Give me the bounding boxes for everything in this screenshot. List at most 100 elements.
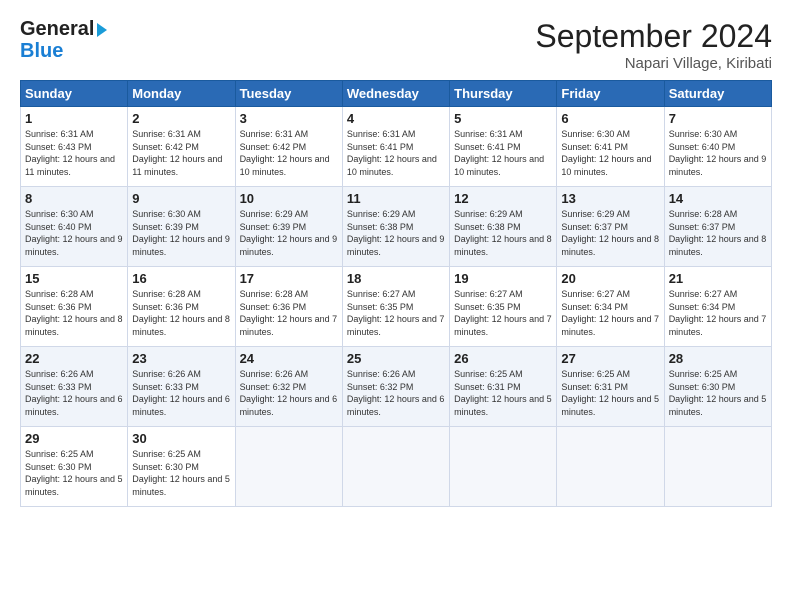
day-info: Sunrise: 6:27 AMSunset: 6:35 PMDaylight:… [347,289,445,337]
day-info: Sunrise: 6:29 AMSunset: 6:37 PMDaylight:… [561,209,659,257]
calendar-cell: 4 Sunrise: 6:31 AMSunset: 6:41 PMDayligh… [342,107,449,187]
day-number: 26 [454,351,552,366]
col-tuesday: Tuesday [235,81,342,107]
calendar-cell: 18 Sunrise: 6:27 AMSunset: 6:35 PMDaylig… [342,267,449,347]
day-number: 8 [25,191,123,206]
logo-general: General [20,18,107,40]
calendar-cell: 23 Sunrise: 6:26 AMSunset: 6:33 PMDaylig… [128,347,235,427]
day-number: 24 [240,351,338,366]
calendar-cell: 28 Sunrise: 6:25 AMSunset: 6:30 PMDaylig… [664,347,771,427]
col-wednesday: Wednesday [342,81,449,107]
calendar-cell: 16 Sunrise: 6:28 AMSunset: 6:36 PMDaylig… [128,267,235,347]
calendar-cell: 9 Sunrise: 6:30 AMSunset: 6:39 PMDayligh… [128,187,235,267]
day-info: Sunrise: 6:26 AMSunset: 6:33 PMDaylight:… [25,369,123,417]
calendar: Sunday Monday Tuesday Wednesday Thursday… [20,80,772,507]
day-info: Sunrise: 6:30 AMSunset: 6:41 PMDaylight:… [561,129,651,177]
calendar-cell: 17 Sunrise: 6:28 AMSunset: 6:36 PMDaylig… [235,267,342,347]
day-number: 29 [25,431,123,446]
col-thursday: Thursday [450,81,557,107]
day-number: 2 [132,111,230,126]
calendar-cell: 29 Sunrise: 6:25 AMSunset: 6:30 PMDaylig… [21,427,128,507]
day-number: 19 [454,271,552,286]
logo-blue: Blue [20,40,107,62]
day-info: Sunrise: 6:28 AMSunset: 6:36 PMDaylight:… [132,289,230,337]
calendar-cell: 19 Sunrise: 6:27 AMSunset: 6:35 PMDaylig… [450,267,557,347]
day-info: Sunrise: 6:29 AMSunset: 6:39 PMDaylight:… [240,209,338,257]
day-info: Sunrise: 6:26 AMSunset: 6:32 PMDaylight:… [240,369,338,417]
calendar-cell [450,427,557,507]
day-number: 14 [669,191,767,206]
day-info: Sunrise: 6:31 AMSunset: 6:41 PMDaylight:… [454,129,544,177]
day-number: 3 [240,111,338,126]
month-title: September 2024 [535,18,772,55]
day-info: Sunrise: 6:28 AMSunset: 6:36 PMDaylight:… [25,289,123,337]
calendar-cell: 24 Sunrise: 6:26 AMSunset: 6:32 PMDaylig… [235,347,342,427]
day-info: Sunrise: 6:31 AMSunset: 6:41 PMDaylight:… [347,129,437,177]
day-info: Sunrise: 6:25 AMSunset: 6:31 PMDaylight:… [454,369,552,417]
calendar-week-5: 29 Sunrise: 6:25 AMSunset: 6:30 PMDaylig… [21,427,772,507]
title-block: September 2024 Napari Village, Kiribati [535,18,772,72]
day-info: Sunrise: 6:29 AMSunset: 6:38 PMDaylight:… [347,209,445,257]
col-sunday: Sunday [21,81,128,107]
day-info: Sunrise: 6:30 AMSunset: 6:40 PMDaylight:… [25,209,123,257]
calendar-header-row: Sunday Monday Tuesday Wednesday Thursday… [21,81,772,107]
day-number: 21 [669,271,767,286]
calendar-cell [342,427,449,507]
calendar-week-2: 8 Sunrise: 6:30 AMSunset: 6:40 PMDayligh… [21,187,772,267]
col-monday: Monday [128,81,235,107]
calendar-cell [235,427,342,507]
day-number: 7 [669,111,767,126]
calendar-cell: 27 Sunrise: 6:25 AMSunset: 6:31 PMDaylig… [557,347,664,427]
calendar-cell: 15 Sunrise: 6:28 AMSunset: 6:36 PMDaylig… [21,267,128,347]
calendar-cell: 21 Sunrise: 6:27 AMSunset: 6:34 PMDaylig… [664,267,771,347]
day-number: 23 [132,351,230,366]
day-number: 27 [561,351,659,366]
calendar-cell: 13 Sunrise: 6:29 AMSunset: 6:37 PMDaylig… [557,187,664,267]
day-info: Sunrise: 6:25 AMSunset: 6:30 PMDaylight:… [669,369,767,417]
calendar-cell: 26 Sunrise: 6:25 AMSunset: 6:31 PMDaylig… [450,347,557,427]
day-info: Sunrise: 6:30 AMSunset: 6:40 PMDaylight:… [669,129,767,177]
calendar-cell: 25 Sunrise: 6:26 AMSunset: 6:32 PMDaylig… [342,347,449,427]
day-number: 13 [561,191,659,206]
calendar-cell: 6 Sunrise: 6:30 AMSunset: 6:41 PMDayligh… [557,107,664,187]
day-info: Sunrise: 6:25 AMSunset: 6:30 PMDaylight:… [132,449,230,497]
col-friday: Friday [557,81,664,107]
calendar-cell: 22 Sunrise: 6:26 AMSunset: 6:33 PMDaylig… [21,347,128,427]
day-number: 6 [561,111,659,126]
logo-name: General Blue [20,18,107,62]
day-info: Sunrise: 6:31 AMSunset: 6:43 PMDaylight:… [25,129,115,177]
calendar-cell: 20 Sunrise: 6:27 AMSunset: 6:34 PMDaylig… [557,267,664,347]
calendar-cell: 2 Sunrise: 6:31 AMSunset: 6:42 PMDayligh… [128,107,235,187]
day-info: Sunrise: 6:30 AMSunset: 6:39 PMDaylight:… [132,209,230,257]
day-info: Sunrise: 6:27 AMSunset: 6:35 PMDaylight:… [454,289,552,337]
day-number: 18 [347,271,445,286]
day-number: 25 [347,351,445,366]
day-info: Sunrise: 6:31 AMSunset: 6:42 PMDaylight:… [240,129,330,177]
day-number: 12 [454,191,552,206]
day-info: Sunrise: 6:27 AMSunset: 6:34 PMDaylight:… [669,289,767,337]
day-info: Sunrise: 6:27 AMSunset: 6:34 PMDaylight:… [561,289,659,337]
day-number: 30 [132,431,230,446]
day-info: Sunrise: 6:26 AMSunset: 6:32 PMDaylight:… [347,369,445,417]
calendar-cell: 8 Sunrise: 6:30 AMSunset: 6:40 PMDayligh… [21,187,128,267]
day-number: 20 [561,271,659,286]
day-info: Sunrise: 6:31 AMSunset: 6:42 PMDaylight:… [132,129,222,177]
day-info: Sunrise: 6:25 AMSunset: 6:31 PMDaylight:… [561,369,659,417]
calendar-week-1: 1 Sunrise: 6:31 AMSunset: 6:43 PMDayligh… [21,107,772,187]
calendar-cell: 30 Sunrise: 6:25 AMSunset: 6:30 PMDaylig… [128,427,235,507]
day-number: 17 [240,271,338,286]
day-number: 16 [132,271,230,286]
day-number: 15 [25,271,123,286]
day-info: Sunrise: 6:28 AMSunset: 6:36 PMDaylight:… [240,289,338,337]
calendar-cell: 1 Sunrise: 6:31 AMSunset: 6:43 PMDayligh… [21,107,128,187]
day-number: 5 [454,111,552,126]
page: General Blue September 2024 Napari Villa… [0,0,792,517]
calendar-cell [557,427,664,507]
calendar-cell: 11 Sunrise: 6:29 AMSunset: 6:38 PMDaylig… [342,187,449,267]
day-info: Sunrise: 6:26 AMSunset: 6:33 PMDaylight:… [132,369,230,417]
location: Napari Village, Kiribati [535,55,772,72]
day-number: 1 [25,111,123,126]
calendar-week-3: 15 Sunrise: 6:28 AMSunset: 6:36 PMDaylig… [21,267,772,347]
calendar-week-4: 22 Sunrise: 6:26 AMSunset: 6:33 PMDaylig… [21,347,772,427]
day-number: 22 [25,351,123,366]
